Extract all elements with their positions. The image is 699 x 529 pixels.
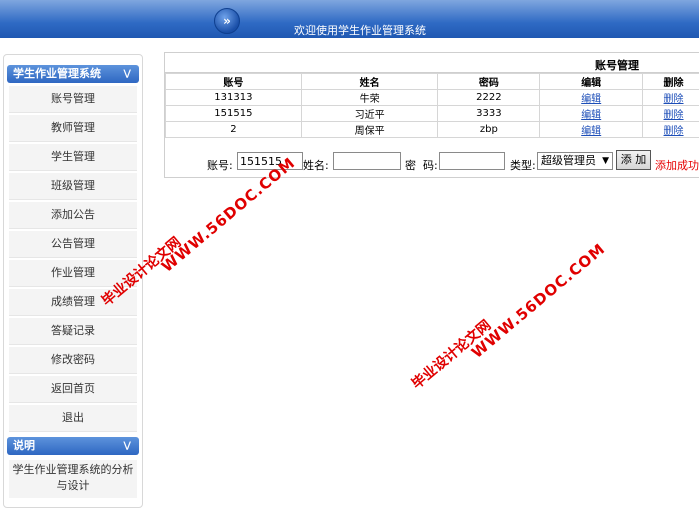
chevron-down-icon[interactable]: ⋁ xyxy=(123,437,131,455)
panel-title: 账号管理 xyxy=(595,59,639,72)
watermark-url: WWW.56DOC.COM xyxy=(468,239,609,362)
delete-link[interactable]: 删除 xyxy=(664,126,684,137)
column-header: 姓名 xyxy=(300,73,439,90)
sidebar-desc-text: 学生作业管理系统的分析与设计 xyxy=(9,460,137,498)
sidebar-item-logout[interactable]: 退出 xyxy=(9,405,137,432)
password-input[interactable] xyxy=(439,152,505,170)
edit-link[interactable]: 编辑 xyxy=(581,110,601,121)
delete-link[interactable]: 删除 xyxy=(664,110,684,121)
sidebar-item-add-notice[interactable]: 添加公告 xyxy=(9,202,137,229)
cell-account: 2 xyxy=(165,121,302,138)
cell-name: 牛荣 xyxy=(300,89,439,106)
sidebar-item-password[interactable]: 修改密码 xyxy=(9,347,137,374)
sidebar-section-title: 学生作业管理系统 xyxy=(13,67,101,80)
cell-password: 2222 xyxy=(437,89,541,106)
account-panel: 账号管理 账号 姓名 密码 编辑 删除 131313 牛荣 2222 编辑 删除… xyxy=(164,52,699,178)
top-banner: » 欢迎使用学生作业管理系统 xyxy=(0,0,699,38)
table-row: 2 周保平 zbp 编辑 删除 xyxy=(165,121,699,138)
cell-password: zbp xyxy=(437,121,541,138)
success-message: 添加成功! xyxy=(655,159,699,172)
type-select-value: 超级管理员 xyxy=(541,154,596,167)
cell-name: 习近平 xyxy=(300,105,439,122)
double-chevron-icon[interactable]: » xyxy=(214,8,240,34)
table-header-row: 账号 姓名 密码 编辑 删除 xyxy=(165,73,699,90)
sidebar-item-account[interactable]: 账号管理 xyxy=(9,86,137,113)
cell-account: 151515 xyxy=(165,105,302,122)
sidebar-item-home[interactable]: 返回首页 xyxy=(9,376,137,403)
chevron-down-icon[interactable]: ⋁ xyxy=(123,65,131,83)
column-header: 删除 xyxy=(642,73,699,90)
type-label: 类型: xyxy=(510,159,536,172)
welcome-title: 欢迎使用学生作业管理系统 xyxy=(294,24,426,37)
add-button[interactable]: 添 加 xyxy=(616,150,651,170)
sidebar-item-qa[interactable]: 答疑记录 xyxy=(9,318,137,345)
type-select[interactable]: 超级管理员 ▼ xyxy=(537,152,613,170)
column-header: 编辑 xyxy=(539,73,644,90)
table-row: 151515 习近平 3333 编辑 删除 xyxy=(165,105,699,122)
password-label: 密 码: xyxy=(405,159,438,172)
name-input[interactable] xyxy=(333,152,401,170)
account-label: 账号: xyxy=(207,159,233,172)
sidebar-item-notice[interactable]: 公告管理 xyxy=(9,231,137,258)
sidebar-item-teacher[interactable]: 教师管理 xyxy=(9,115,137,142)
edit-link[interactable]: 编辑 xyxy=(581,94,601,105)
sidebar-section-header[interactable]: 学生作业管理系统 ⋁ xyxy=(7,65,139,83)
chevron-down-icon: ▼ xyxy=(602,156,609,166)
cell-account: 131313 xyxy=(165,89,302,106)
account-table: 账号 姓名 密码 编辑 删除 131313 牛荣 2222 编辑 删除 1515… xyxy=(165,73,699,138)
table-row: 131313 牛荣 2222 编辑 删除 xyxy=(165,89,699,106)
column-header: 密码 xyxy=(437,73,541,90)
sidebar-desc-header[interactable]: 说明 ⋁ xyxy=(7,437,139,455)
cell-password: 3333 xyxy=(437,105,541,122)
column-header: 账号 xyxy=(165,73,302,90)
sidebar-item-class[interactable]: 班级管理 xyxy=(9,173,137,200)
sidebar-desc-title: 说明 xyxy=(13,439,35,452)
name-label: 姓名: xyxy=(303,159,329,172)
add-account-form: 账号: 姓名: 密 码: 类型: 超级管理员 ▼ 添 加 添加成功! xyxy=(165,150,699,174)
delete-link[interactable]: 删除 xyxy=(664,94,684,105)
cell-name: 周保平 xyxy=(300,121,439,138)
edit-link[interactable]: 编辑 xyxy=(581,126,601,137)
sidebar-item-student[interactable]: 学生管理 xyxy=(9,144,137,171)
